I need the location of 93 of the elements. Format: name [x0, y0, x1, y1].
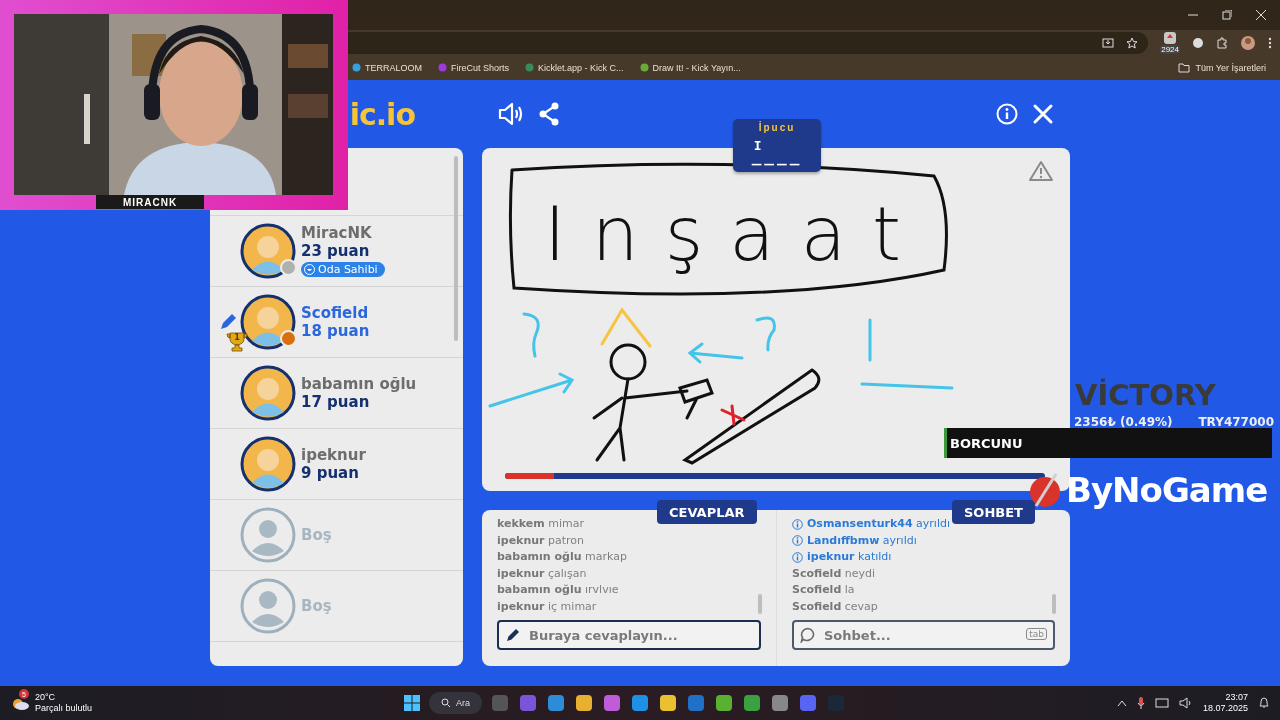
site-logo[interactable]: ic.io: [349, 96, 415, 132]
player-name: Boş: [301, 597, 332, 615]
restore-icon[interactable]: [1222, 10, 1232, 20]
empty-avatar-icon: [240, 578, 296, 634]
bookmark-link[interactable]: TERRALOOM: [365, 62, 422, 73]
answer-line: ipeknur çalışan: [497, 565, 588, 582]
app-icon[interactable]: [630, 693, 650, 713]
pencil-icon: [218, 312, 238, 332]
player-score: 18 puan: [301, 322, 370, 340]
circle-icon: [525, 63, 535, 72]
microphone-icon[interactable]: [1136, 697, 1145, 709]
bookmark-link[interactable]: Tüm Yer İşaretleri: [1195, 62, 1266, 73]
pencil-icon: [505, 627, 521, 643]
answer-field[interactable]: Buraya cevaplayın...: [497, 620, 761, 650]
avatar-icon: [240, 223, 296, 279]
bookmark-link[interactable]: Kicklet.app - Kick C...: [538, 62, 624, 73]
hint-title: İpucu: [758, 122, 796, 133]
avatar-icon: [240, 294, 296, 350]
handwritten-word: Inşaat: [544, 191, 927, 277]
extension-button[interactable]: 2924: [1160, 31, 1180, 54]
slash-circle-icon: [1028, 472, 1062, 508]
answer-line: kekkem mimar: [497, 516, 585, 532]
app-icon[interactable]: [714, 693, 734, 713]
ticker-bar: BORCUNU: [944, 428, 1272, 458]
key-hint: tab: [1026, 628, 1047, 640]
empty-avatar-icon: [240, 507, 296, 563]
report-button[interactable]: [1028, 160, 1054, 182]
player-name: MiracNK: [301, 223, 373, 242]
player-name: babamın oğlu: [301, 375, 417, 393]
system-message: ipeknur katıldı: [792, 549, 1055, 566]
chat-message: Scofield la: [792, 582, 856, 598]
info-icon: [792, 518, 803, 530]
hint-letter: I: [752, 139, 762, 152]
clock-date: 18.07.2025: [1202, 703, 1248, 714]
trophy-icon: 1: [226, 332, 248, 352]
app-icon[interactable]: [658, 693, 678, 713]
chat-tab[interactable]: SOHBET: [952, 500, 1035, 524]
profile-icon[interactable]: [1240, 34, 1256, 51]
clock-time: 23:07: [1225, 692, 1248, 703]
bookmark-link[interactable]: FireCut Shorts: [451, 62, 510, 73]
close-button[interactable]: [1032, 103, 1054, 125]
player-score: 17 puan: [301, 393, 371, 411]
sponsor-logo: ByNoGame: [1066, 470, 1268, 510]
answer-line: babamın oğlu ırvlvıe: [497, 582, 620, 598]
player-score: 23 puan: [301, 241, 371, 260]
sound-button[interactable]: [498, 102, 524, 126]
chat-message: Scofield cevap: [792, 598, 879, 615]
caret-icon[interactable]: [1116, 699, 1127, 707]
info-icon: [792, 535, 803, 547]
answer-line: ipeknur iç mimar: [497, 598, 598, 615]
player-name: Boş: [301, 526, 332, 544]
search-button[interactable]: Ara: [429, 692, 482, 714]
circle-icon: [438, 63, 447, 72]
temperature: 20°C: [35, 692, 57, 703]
app-icon[interactable]: [574, 693, 594, 713]
answers-tab[interactable]: CEVAPLAR: [657, 500, 757, 524]
menu-icon[interactable]: [1268, 36, 1272, 49]
extension-icon: [1163, 31, 1178, 45]
search-icon: [441, 698, 451, 708]
avatar-icon: [240, 365, 296, 421]
answer-line: ipeknur patron: [497, 532, 586, 549]
sponsor-logo: VİCTORY: [1075, 378, 1216, 412]
bookmark-link[interactable]: Draw It! - Kick Yayın...: [652, 62, 741, 73]
weather-text: Parçalı bulutlu: [35, 703, 93, 714]
windows-icon[interactable]: [403, 694, 421, 712]
player-name: ipeknur: [301, 446, 366, 464]
player-name: Scofield: [301, 304, 370, 322]
speech-bubble-icon: [800, 627, 816, 643]
webcam-label: MIRACNK: [96, 195, 204, 209]
share-button[interactable]: [538, 102, 560, 126]
star-icon[interactable]: [1126, 36, 1139, 49]
app-icon[interactable]: [770, 693, 790, 713]
system-message: Landıffbmw ayrıldı: [792, 532, 1055, 549]
bell-icon[interactable]: [1258, 697, 1270, 709]
avatar-icon: [240, 436, 296, 492]
chat-message: Scofield neydi: [792, 565, 877, 582]
info-button[interactable]: [996, 103, 1018, 125]
app-icon[interactable]: [546, 693, 566, 713]
app-icon[interactable]: [742, 693, 762, 713]
app-icon[interactable]: [602, 693, 622, 713]
folder-icon: [1178, 62, 1191, 73]
ticker-change: 2356₺ (0.49%): [1074, 415, 1173, 429]
speaker-icon[interactable]: [1178, 697, 1193, 709]
ticker-amount: TRY477000: [1198, 415, 1274, 429]
install-icon[interactable]: [1102, 36, 1115, 49]
puzzle-icon[interactable]: [1216, 36, 1228, 49]
circle-icon: [352, 63, 361, 72]
circle-icon: [639, 63, 649, 72]
answer-line: babamın oğlu markap: [497, 549, 628, 565]
close-icon[interactable]: [1256, 10, 1266, 20]
owner-badge: Oda Sahibi: [301, 261, 385, 277]
info-icon: [792, 551, 803, 563]
player-score: 9 puan: [301, 464, 360, 482]
